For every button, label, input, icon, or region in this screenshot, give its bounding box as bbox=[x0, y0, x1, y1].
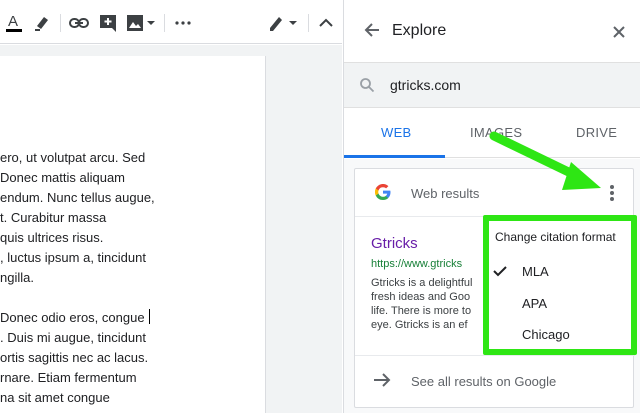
more-options-icon[interactable] bbox=[609, 183, 615, 203]
menu-title: Change citation format bbox=[495, 230, 616, 244]
explore-title: Explore bbox=[392, 22, 447, 39]
tab-web[interactable]: WEB bbox=[381, 125, 412, 140]
see-all-results-link[interactable]: See all results on Google bbox=[355, 355, 635, 407]
explore-search-box bbox=[344, 62, 640, 108]
more-icon[interactable] bbox=[172, 12, 194, 34]
result-snippet: Gtricks is a delightful fresh ideas and … bbox=[371, 277, 473, 331]
menu-item-label: Chicago bbox=[522, 327, 570, 342]
document-line: na sit amet congue bbox=[0, 390, 110, 405]
document-line: t. Curabitur massa bbox=[0, 210, 107, 225]
menu-item-label: APA bbox=[522, 296, 548, 311]
highlight-icon[interactable] bbox=[32, 12, 52, 34]
close-icon[interactable] bbox=[613, 25, 625, 43]
explore-header: Explore bbox=[344, 0, 640, 62]
result-url: https://www.gtricks bbox=[371, 258, 463, 270]
menu-item-chicago[interactable]: Chicago bbox=[489, 320, 631, 350]
document-line: rnare. Etiam fermentum bbox=[0, 370, 137, 385]
document-line: Donec odio eros, congue bbox=[0, 308, 266, 328]
search-input[interactable] bbox=[390, 75, 620, 95]
text-color-icon[interactable]: A bbox=[4, 12, 24, 34]
card-header: Web results bbox=[355, 169, 635, 217]
document-line: ortis sagittis nec ac lacus. bbox=[0, 350, 149, 365]
menu-item-label: MLA bbox=[522, 264, 549, 279]
document-line: Donec mattis aliquam bbox=[0, 170, 125, 185]
search-icon bbox=[359, 77, 375, 98]
document-line: endum. Nunc tellus augue, bbox=[0, 190, 155, 205]
active-tab-indicator bbox=[344, 155, 445, 158]
toolbar-divider bbox=[164, 14, 165, 32]
link-icon[interactable] bbox=[68, 12, 90, 34]
arrow-right-icon bbox=[373, 372, 391, 393]
tab-drive[interactable]: DRIVE bbox=[576, 125, 617, 140]
text-cursor bbox=[148, 309, 151, 324]
image-icon[interactable] bbox=[126, 12, 156, 34]
menu-item-apa[interactable]: APA bbox=[489, 289, 631, 319]
svg-text:A: A bbox=[8, 13, 18, 30]
document-line: . Duis mi augue, tincidunt bbox=[0, 330, 146, 345]
citation-format-menu: Change citation format MLA APA Chicago bbox=[483, 215, 637, 355]
document-line: ngilla. bbox=[0, 270, 34, 285]
card-title: Web results bbox=[411, 186, 480, 201]
explore-tabs: WEB IMAGES DRIVE bbox=[344, 108, 640, 158]
see-all-label: See all results on Google bbox=[411, 374, 557, 389]
toolbar-divider bbox=[60, 14, 61, 32]
back-arrow-icon[interactable] bbox=[364, 22, 380, 43]
edit-mode-icon[interactable] bbox=[266, 12, 300, 34]
document-line: , luctus ipsum a, tincidunt bbox=[0, 250, 146, 265]
document-line: ero, ut volutpat arcu. Sed bbox=[0, 150, 146, 165]
result-title-link[interactable]: Gtricks bbox=[371, 235, 418, 252]
google-logo-icon bbox=[374, 183, 391, 205]
check-icon bbox=[493, 264, 507, 282]
toolbar-divider bbox=[308, 14, 309, 32]
add-comment-icon[interactable] bbox=[98, 12, 118, 34]
tab-images[interactable]: IMAGES bbox=[470, 125, 522, 140]
menu-item-mla[interactable]: MLA bbox=[489, 257, 631, 287]
document-line: quis ultrices risus. bbox=[0, 230, 104, 245]
editor-toolbar: A bbox=[0, 0, 342, 44]
document-text[interactable]: ero, ut volutpat arcu. Sed Donec mattis … bbox=[0, 148, 266, 408]
collapse-icon[interactable] bbox=[316, 12, 336, 34]
